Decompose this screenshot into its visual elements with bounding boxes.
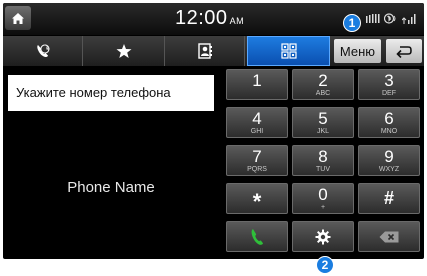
key-9-digit: 9 [384, 147, 394, 166]
callout-badge-2: 2 [316, 256, 334, 274]
tab-bar: Меню [3, 36, 424, 66]
key-star-symbol: * [252, 188, 262, 214]
status-bar: 12:00 AM [3, 3, 424, 35]
home-icon [12, 12, 24, 24]
key-0[interactable]: 0 + [292, 183, 354, 214]
key-5-letters: JKL [316, 128, 330, 135]
phone-number-field[interactable]: Укажите номер телефона [8, 75, 214, 111]
key-3-letters: DEF [382, 90, 396, 97]
clock-time: 12:00 [175, 7, 228, 29]
recent-calls-icon [36, 44, 49, 58]
clock: 12:00 AM [175, 7, 244, 30]
back-button[interactable] [386, 39, 422, 63]
key-hash[interactable]: # [358, 183, 420, 214]
key-9[interactable]: 9 WXYZ [358, 145, 420, 176]
key-6-letters: MNO [380, 128, 398, 135]
clock-ampm: AM [229, 16, 245, 26]
key-3-digit: 3 [384, 71, 394, 90]
keypad-icon [280, 43, 297, 59]
status-icons [366, 13, 416, 24]
backspace-icon [379, 231, 399, 242]
key-4-digit: 4 [252, 109, 262, 128]
key-8-digit: 8 [318, 147, 328, 166]
key-2-digit: 2 [318, 71, 328, 90]
key-2[interactable]: 2 ABC [292, 69, 354, 100]
menu-button[interactable]: Меню [334, 39, 381, 63]
bluetooth-phone-icon [384, 13, 396, 24]
tab-keypad[interactable] [247, 36, 330, 66]
settings-button[interactable] [292, 221, 354, 252]
key-9-letters: WXYZ [378, 166, 400, 173]
key-4-letters: GHI [250, 128, 264, 135]
home-button[interactable] [5, 6, 31, 30]
key-8[interactable]: 8 TUV [292, 145, 354, 176]
key-7[interactable]: 7 PQRS [226, 145, 288, 176]
key-3[interactable]: 3 DEF [358, 69, 420, 100]
signal-bars-icon [366, 14, 380, 23]
key-1[interactable]: 1 [226, 69, 288, 100]
key-7-letters: PQRS [247, 166, 267, 173]
key-4[interactable]: 4 GHI [226, 107, 288, 138]
key-2-letters: ABC [315, 90, 331, 97]
phone-screen: 12:00 AM Меню Укажите номер телефона Pho… [3, 3, 424, 259]
key-6-digit: 6 [384, 109, 394, 128]
gear-icon [315, 229, 331, 244]
phone-handset-icon [251, 228, 263, 245]
phone-name-label: Phone Name [67, 179, 155, 196]
key-0-letters: + [320, 204, 326, 211]
key-star[interactable]: * [226, 183, 288, 214]
network-signal-icon [402, 13, 416, 24]
callout-badge-1: 1 [343, 14, 361, 32]
tab-recent-calls[interactable] [3, 36, 83, 66]
key-7-digit: 7 [252, 147, 262, 166]
key-5[interactable]: 5 JKL [292, 107, 354, 138]
tab-favorites[interactable] [83, 36, 165, 66]
call-button[interactable] [226, 221, 288, 252]
key-hash-symbol: # [383, 188, 394, 208]
key-0-digit: 0 [318, 185, 328, 204]
key-6[interactable]: 6 MNO [358, 107, 420, 138]
delete-button[interactable] [358, 221, 420, 252]
star-icon [116, 44, 131, 58]
tab-contacts[interactable] [165, 36, 245, 66]
contacts-icon [197, 43, 212, 59]
key-1-digit: 1 [252, 71, 262, 90]
key-5-digit: 5 [318, 109, 328, 128]
back-icon [396, 45, 412, 58]
key-8-letters: TUV [316, 166, 330, 173]
